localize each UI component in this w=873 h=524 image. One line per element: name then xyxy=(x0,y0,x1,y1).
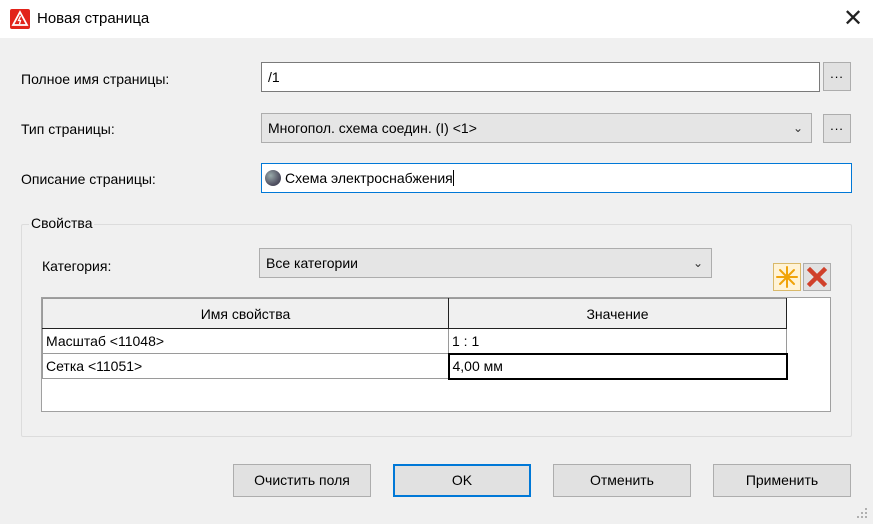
full-name-input[interactable]: /1 xyxy=(261,62,820,92)
description-input[interactable]: Схема электроснабжения xyxy=(261,163,852,193)
property-name-cell[interactable]: Масштаб <11048> xyxy=(42,328,449,354)
category-select[interactable]: Все категории ⌄ xyxy=(259,248,712,278)
cancel-button[interactable]: Отменить xyxy=(553,464,691,497)
column-header-value[interactable]: Значение xyxy=(448,298,787,329)
window-title: Новая страница xyxy=(37,10,150,27)
new-property-button[interactable] xyxy=(773,263,801,291)
page-type-select[interactable]: Многопол. схема соедин. (I) <1> ⌄ xyxy=(261,113,812,143)
chevron-down-icon: ⌄ xyxy=(692,256,703,270)
app-icon xyxy=(10,9,30,29)
text-cursor xyxy=(452,170,454,186)
category-value: Все категории xyxy=(266,255,358,271)
chevron-down-icon: ⌄ xyxy=(792,121,803,135)
new-icon xyxy=(776,266,798,288)
delete-icon xyxy=(806,266,828,288)
page-type-label: Тип страницы: xyxy=(21,121,115,137)
page-type-browse-button[interactable]: ... xyxy=(823,114,851,143)
description-value: Схема электроснабжения xyxy=(285,170,453,186)
property-value-cell[interactable]: 1 : 1 xyxy=(448,328,787,354)
clear-fields-button[interactable]: Очистить поля xyxy=(233,464,371,497)
title-bar: Новая страница ✕ xyxy=(0,0,873,38)
table-row[interactable]: Сетка <11051> 4,00 мм xyxy=(42,352,788,380)
column-header-property-name[interactable]: Имя свойства xyxy=(42,298,449,329)
table-row[interactable]: Масштаб <11048> 1 : 1 xyxy=(42,328,787,354)
ok-button[interactable]: OK xyxy=(393,464,531,497)
property-value-cell[interactable]: 4,00 мм xyxy=(447,352,788,380)
properties-table[interactable]: Имя свойства Значение Масштаб <11048> 1 … xyxy=(41,297,831,412)
apply-button[interactable]: Применить xyxy=(713,464,851,497)
close-icon[interactable]: ✕ xyxy=(838,4,868,34)
full-name-value: /1 xyxy=(268,69,280,85)
description-label: Описание страницы: xyxy=(21,171,156,187)
properties-group-title: Свойства xyxy=(29,215,95,231)
delete-property-button[interactable] xyxy=(803,263,831,291)
category-label: Категория: xyxy=(42,258,112,274)
full-name-browse-button[interactable]: ... xyxy=(823,62,851,91)
page-type-value: Многопол. схема соедин. (I) <1> xyxy=(268,120,477,136)
language-globe-icon[interactable] xyxy=(265,170,281,186)
property-name-cell[interactable]: Сетка <11051> xyxy=(42,353,449,379)
resize-grip-icon[interactable] xyxy=(855,506,869,520)
full-name-label: Полное имя страницы: xyxy=(21,71,170,87)
